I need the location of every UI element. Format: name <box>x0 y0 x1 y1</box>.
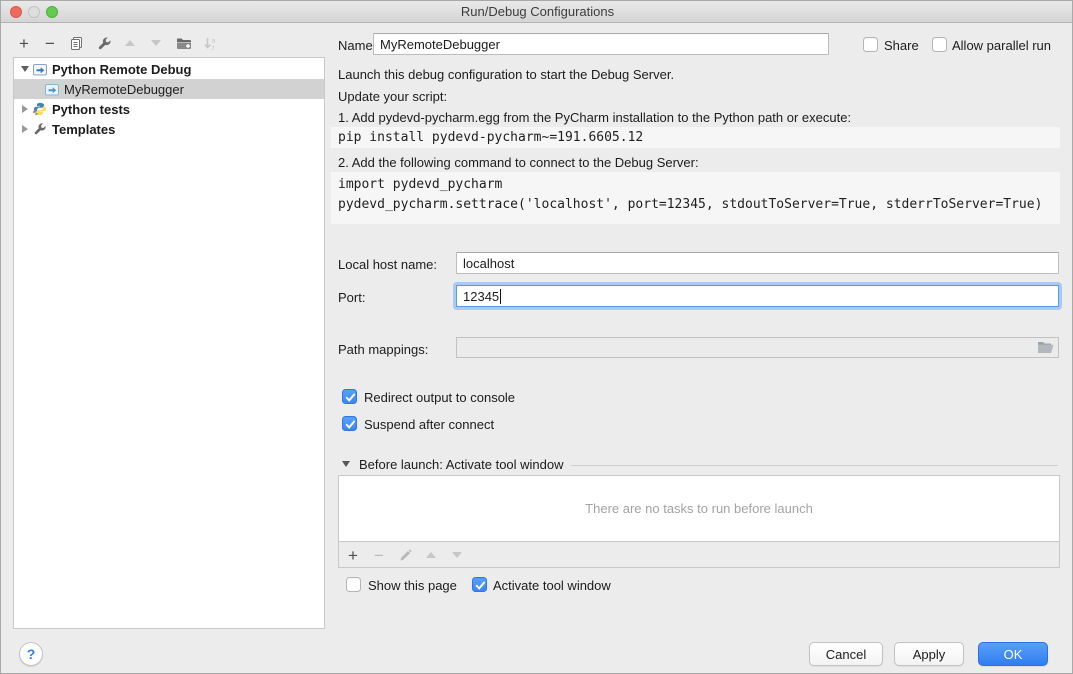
move-up-icon <box>125 40 135 46</box>
wrench-icon <box>97 36 112 51</box>
pencil-icon <box>399 549 412 562</box>
tree-item-label: Python Remote Debug <box>52 62 191 77</box>
apply-button[interactable]: Apply <box>894 642 964 666</box>
python-tests-icon <box>33 102 47 116</box>
svg-text:z: z <box>211 44 214 51</box>
code-line-settrace: pydevd_pycharm.settrace('localhost', por… <box>338 197 1042 212</box>
intro-line-1: Launch this debug configuration to start… <box>338 67 674 82</box>
cancel-button[interactable]: Cancel <box>809 642 883 666</box>
section-divider <box>571 465 1058 466</box>
tree-item-label: Python tests <box>52 102 130 117</box>
task-list-toolbar: + − <box>339 541 1059 567</box>
name-label: Name: <box>338 38 376 53</box>
plus-icon: + <box>19 35 29 52</box>
step-2-text: 2. Add the following command to connect … <box>338 155 699 170</box>
port-value: 12345 <box>463 289 499 304</box>
chevron-right-icon[interactable] <box>22 125 28 133</box>
move-up-icon <box>426 552 436 558</box>
move-down-button[interactable] <box>145 33 167 53</box>
copy-icon <box>69 36 84 51</box>
before-launch-collapse-icon[interactable] <box>342 461 350 467</box>
code-line-import: import pydevd_pycharm <box>338 177 502 192</box>
titlebar: Run/Debug Configurations <box>1 1 1073 23</box>
local-host-name-label: Local host name: <box>338 257 437 272</box>
local-host-name-input[interactable] <box>456 252 1059 274</box>
window-title: Run/Debug Configurations <box>1 1 1073 23</box>
add-task-button[interactable]: + <box>343 545 363 565</box>
port-input[interactable]: 12345 <box>456 285 1059 307</box>
minus-icon: − <box>45 35 55 52</box>
wrench-icon <box>33 122 47 136</box>
redirect-output-label: Redirect output to console <box>364 390 515 405</box>
path-mappings-input[interactable] <box>456 337 1059 358</box>
browse-path-mappings-button[interactable] <box>1037 341 1054 359</box>
activate-tool-window-label: Activate tool window <box>493 578 611 593</box>
allow-parallel-run-checkbox[interactable] <box>932 37 947 52</box>
move-down-icon <box>151 40 161 46</box>
before-launch-title: Before launch: Activate tool window <box>359 457 564 472</box>
open-folder-icon <box>1037 341 1054 354</box>
activate-tool-window-checkbox[interactable] <box>472 577 487 592</box>
chevron-down-icon[interactable] <box>21 66 29 72</box>
move-down-icon <box>452 552 462 558</box>
share-label: Share <box>884 38 919 53</box>
sort-alphabetically-icon: az <box>203 36 218 51</box>
check-icon <box>344 418 357 431</box>
ok-button[interactable]: OK <box>978 642 1048 666</box>
port-label: Port: <box>338 290 365 305</box>
edit-templates-button[interactable] <box>93 33 115 53</box>
before-launch-task-list: There are no tasks to run before launch … <box>338 475 1060 568</box>
tree-item-label: Templates <box>52 122 115 137</box>
sort-configurations-button[interactable]: az <box>199 33 221 53</box>
remove-task-button[interactable]: − <box>369 545 389 565</box>
suspend-after-connect-checkbox[interactable] <box>342 416 357 431</box>
copy-configuration-button[interactable] <box>65 33 87 53</box>
minus-icon: − <box>374 547 384 564</box>
move-up-button[interactable] <box>119 33 141 53</box>
redirect-output-checkbox[interactable] <box>342 389 357 404</box>
suspend-after-connect-label: Suspend after connect <box>364 417 494 432</box>
name-input[interactable] <box>373 33 829 55</box>
tree-item-label: MyRemoteDebugger <box>64 82 184 97</box>
intro-line-2: Update your script: <box>338 89 447 104</box>
new-folder-button[interactable] <box>173 33 195 53</box>
path-mappings-label: Path mappings: <box>338 342 428 357</box>
show-this-page-checkbox[interactable] <box>346 577 361 592</box>
remove-configuration-button[interactable]: − <box>39 33 61 53</box>
svg-text:a: a <box>211 37 215 44</box>
remote-debug-config-icon <box>45 83 59 96</box>
settrace-code-block: import pydevd_pycharm pydevd_pycharm.sett… <box>331 172 1060 224</box>
tree-item-python-remote-debug[interactable]: Python Remote Debug <box>14 59 324 79</box>
new-folder-icon <box>176 36 192 50</box>
move-task-down-button[interactable] <box>447 545 467 565</box>
tree-item-myremotedebugger[interactable]: MyRemoteDebugger <box>14 79 324 99</box>
empty-task-list-message: There are no tasks to run before launch <box>339 476 1059 541</box>
check-icon <box>344 391 357 404</box>
chevron-right-icon[interactable] <box>22 105 28 113</box>
step-1-text: 1. Add pydevd-pycharm.egg from the PyCha… <box>338 110 851 125</box>
edit-task-button[interactable] <box>395 545 415 565</box>
configurations-tree: Python Remote Debug MyRemoteDebugger Pyt… <box>13 57 325 629</box>
tree-item-templates[interactable]: Templates <box>14 119 324 139</box>
text-cursor <box>500 289 501 304</box>
help-button[interactable]: ? <box>19 642 43 666</box>
pip-install-code-block: pip install pydevd-pycharm~=191.6605.12 <box>331 127 1060 148</box>
show-this-page-label: Show this page <box>368 578 457 593</box>
share-checkbox[interactable] <box>863 37 878 52</box>
remote-debug-config-icon <box>33 63 47 76</box>
question-mark-icon: ? <box>27 646 36 662</box>
add-configuration-button[interactable]: + <box>13 33 35 53</box>
tree-item-python-tests[interactable]: Python tests <box>14 99 324 119</box>
plus-icon: + <box>348 547 358 564</box>
check-icon <box>474 579 487 592</box>
allow-parallel-run-label: Allow parallel run <box>952 38 1051 53</box>
run-debug-configurations-dialog: Run/Debug Configurations + − az Python R… <box>0 0 1073 674</box>
move-task-up-button[interactable] <box>421 545 441 565</box>
